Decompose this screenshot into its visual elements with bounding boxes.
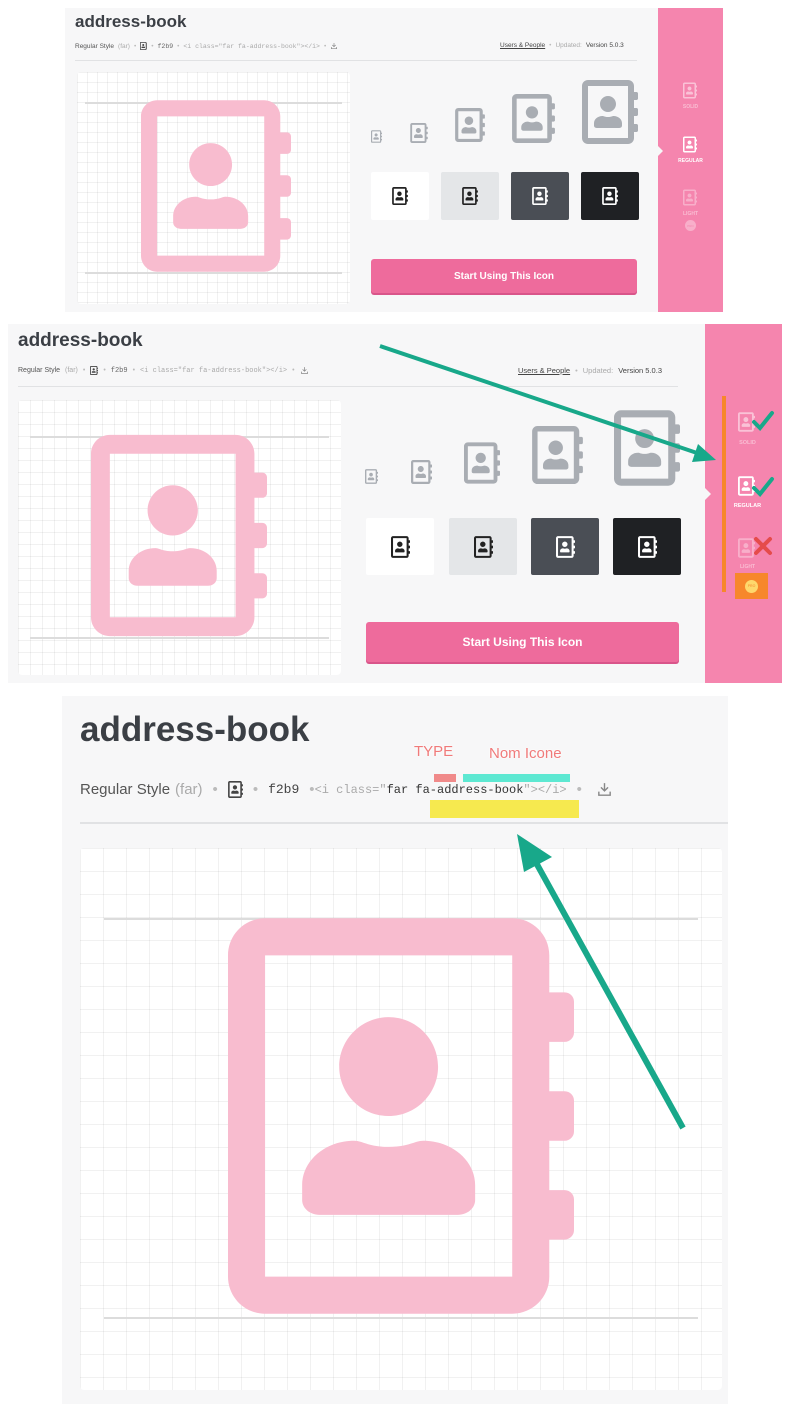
size-xs-icon bbox=[371, 130, 382, 143]
annotation-arrow-to-code bbox=[517, 834, 686, 1130]
preview-tile-white[interactable] bbox=[371, 172, 429, 220]
version-label: Version 5.0.3 bbox=[585, 42, 624, 49]
address-book-icon bbox=[602, 187, 618, 205]
pro-badge: PRO bbox=[685, 220, 696, 231]
panel-1-icon-page: address-book Regular Style (far) • • f2b… bbox=[65, 8, 723, 312]
style-light-label[interactable]: LIGHT bbox=[658, 211, 723, 217]
unicode-value[interactable]: f2b9 bbox=[158, 43, 174, 50]
style-prefix: (far) bbox=[118, 42, 130, 50]
large-preview-canvas bbox=[77, 72, 350, 304]
start-using-button[interactable]: Start Using This Icon bbox=[371, 259, 637, 293]
size-md-icon bbox=[455, 108, 485, 142]
page-title: address-book bbox=[75, 12, 187, 31]
address-book-icon bbox=[462, 187, 478, 205]
address-book-icon bbox=[532, 187, 548, 205]
category-link[interactable]: Users & People bbox=[500, 42, 545, 49]
preview-tile-black[interactable] bbox=[581, 172, 639, 220]
size-xl-icon bbox=[582, 80, 638, 144]
address-book-preview-icon bbox=[141, 100, 291, 272]
html-snippet[interactable]: <i class="far fa-address-book"></i> bbox=[183, 43, 320, 50]
style-light-icon[interactable] bbox=[683, 189, 697, 206]
style-label: Regular Style bbox=[75, 42, 115, 50]
size-lg-icon bbox=[512, 94, 555, 143]
address-book-icon[interactable] bbox=[140, 42, 147, 50]
style-solid-icon[interactable] bbox=[683, 82, 697, 99]
panel-3-code-annotation: address-book TYPE Nom Icone Regular Styl… bbox=[62, 696, 728, 1404]
icon-meta-right: Users & People • Updated: Version 5.0.3 bbox=[500, 42, 624, 49]
download-icon[interactable] bbox=[330, 42, 338, 50]
style-solid-label[interactable]: SOLID bbox=[658, 104, 723, 110]
style-regular-label[interactable]: REGULAR bbox=[658, 158, 723, 164]
address-book-icon bbox=[392, 187, 408, 205]
preview-tile-dark[interactable] bbox=[511, 172, 569, 220]
annotation-arrow-to-sidebar bbox=[379, 344, 716, 462]
header-divider bbox=[75, 60, 637, 61]
size-sm-icon bbox=[410, 123, 428, 143]
style-regular-icon[interactable] bbox=[683, 136, 697, 153]
panel-2-annotated-sidebar: address-book Regular Style (far) • • f2b… bbox=[8, 324, 782, 683]
style-sidebar: SOLID REGULAR LIGHT PRO bbox=[657, 8, 723, 312]
preview-tile-light[interactable] bbox=[441, 172, 499, 220]
icon-meta-row: Regular Style (far) • • f2b9 • <i class=… bbox=[75, 42, 338, 50]
